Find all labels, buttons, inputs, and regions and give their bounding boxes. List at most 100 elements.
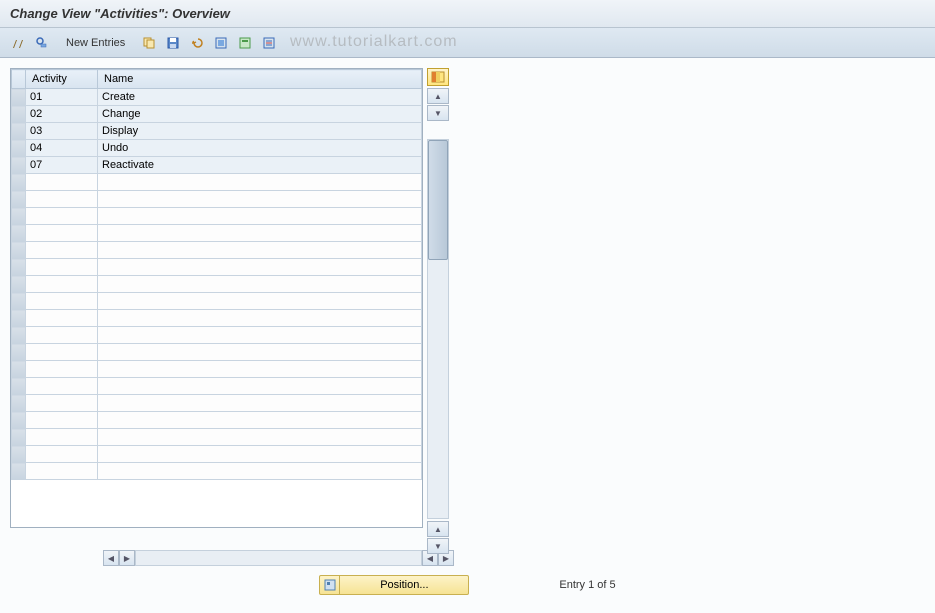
activity-cell[interactable] (26, 310, 98, 327)
undo-icon[interactable] (187, 33, 207, 53)
row-selector[interactable] (12, 174, 26, 191)
table-row[interactable] (12, 395, 422, 412)
name-cell[interactable] (98, 259, 422, 276)
row-selector[interactable] (12, 242, 26, 259)
name-cell[interactable] (98, 446, 422, 463)
table-row[interactable] (12, 463, 422, 480)
name-cell[interactable] (98, 310, 422, 327)
activity-cell[interactable]: 02 (26, 106, 98, 123)
copy-icon[interactable] (139, 33, 159, 53)
table-row[interactable] (12, 225, 422, 242)
row-selector[interactable] (12, 259, 26, 276)
table-row[interactable] (12, 208, 422, 225)
activity-column-header[interactable]: Activity (26, 70, 98, 89)
row-selector[interactable] (12, 208, 26, 225)
name-cell[interactable] (98, 395, 422, 412)
table-row[interactable] (12, 191, 422, 208)
table-row[interactable] (12, 378, 422, 395)
row-selector[interactable] (12, 276, 26, 293)
expand-icon[interactable] (32, 33, 52, 53)
table-row[interactable] (12, 361, 422, 378)
activity-cell[interactable]: 03 (26, 123, 98, 140)
row-selector[interactable] (12, 140, 26, 157)
activity-cell[interactable]: 01 (26, 89, 98, 106)
hscroll-right-button[interactable]: ▶ (119, 550, 135, 566)
activity-cell[interactable] (26, 463, 98, 480)
activity-cell[interactable] (26, 276, 98, 293)
row-selector[interactable] (12, 412, 26, 429)
name-cell[interactable] (98, 463, 422, 480)
row-selector[interactable] (12, 446, 26, 463)
name-cell[interactable]: Undo (98, 140, 422, 157)
name-cell[interactable] (98, 344, 422, 361)
name-cell[interactable] (98, 327, 422, 344)
activity-cell[interactable] (26, 225, 98, 242)
save-icon[interactable] (163, 33, 183, 53)
activity-cell[interactable] (26, 412, 98, 429)
activity-cell[interactable] (26, 242, 98, 259)
activity-cell[interactable] (26, 446, 98, 463)
table-row[interactable] (12, 344, 422, 361)
activity-cell[interactable] (26, 378, 98, 395)
table-row[interactable]: 01Create (12, 89, 422, 106)
activity-cell[interactable] (26, 259, 98, 276)
name-cell[interactable] (98, 378, 422, 395)
name-cell[interactable] (98, 412, 422, 429)
activity-cell[interactable] (26, 208, 98, 225)
name-cell[interactable] (98, 225, 422, 242)
activity-cell[interactable] (26, 327, 98, 344)
activity-cell[interactable] (26, 361, 98, 378)
table-row[interactable] (12, 310, 422, 327)
scroll-down-button[interactable]: ▼ (427, 105, 449, 121)
table-row[interactable]: 03Display (12, 123, 422, 140)
activity-cell[interactable] (26, 293, 98, 310)
name-cell[interactable]: Reactivate (98, 157, 422, 174)
delete-icon[interactable] (259, 33, 279, 53)
vertical-scrollbar[interactable] (427, 139, 449, 519)
table-row[interactable] (12, 429, 422, 446)
name-cell[interactable] (98, 276, 422, 293)
horizontal-scrollbar[interactable] (135, 550, 422, 566)
activity-cell[interactable]: 07 (26, 157, 98, 174)
table-row[interactable] (12, 276, 422, 293)
row-selector[interactable] (12, 89, 26, 106)
table-row[interactable] (12, 259, 422, 276)
activity-cell[interactable]: 04 (26, 140, 98, 157)
table-row[interactable] (12, 327, 422, 344)
name-cell[interactable] (98, 208, 422, 225)
selection-column-header[interactable] (12, 70, 26, 89)
row-selector[interactable] (12, 191, 26, 208)
table-row[interactable] (12, 293, 422, 310)
activity-cell[interactable] (26, 395, 98, 412)
row-selector[interactable] (12, 157, 26, 174)
activity-cell[interactable] (26, 429, 98, 446)
row-selector[interactable] (12, 378, 26, 395)
select-all-icon[interactable] (211, 33, 231, 53)
row-selector[interactable] (12, 293, 26, 310)
row-selector[interactable] (12, 123, 26, 140)
name-cell[interactable]: Change (98, 106, 422, 123)
scroll-up-end-button[interactable]: ▲ (427, 521, 449, 537)
deselect-all-icon[interactable] (235, 33, 255, 53)
name-cell[interactable] (98, 174, 422, 191)
table-row[interactable]: 07Reactivate (12, 157, 422, 174)
activity-cell[interactable] (26, 344, 98, 361)
name-cell[interactable] (98, 361, 422, 378)
name-cell[interactable] (98, 191, 422, 208)
table-row[interactable]: 02Change (12, 106, 422, 123)
row-selector[interactable] (12, 327, 26, 344)
activity-cell[interactable] (26, 174, 98, 191)
scroll-up-button[interactable]: ▲ (427, 88, 449, 104)
row-selector[interactable] (12, 344, 26, 361)
row-selector[interactable] (12, 310, 26, 327)
new-entries-button[interactable]: New Entries (60, 35, 131, 51)
row-selector[interactable] (12, 395, 26, 412)
table-row[interactable] (12, 446, 422, 463)
name-cell[interactable] (98, 429, 422, 446)
table-row[interactable] (12, 412, 422, 429)
toggle-icon[interactable] (8, 33, 28, 53)
row-selector[interactable] (12, 361, 26, 378)
table-settings-button[interactable] (427, 68, 449, 86)
name-cell[interactable]: Create (98, 89, 422, 106)
name-column-header[interactable]: Name (98, 70, 422, 89)
